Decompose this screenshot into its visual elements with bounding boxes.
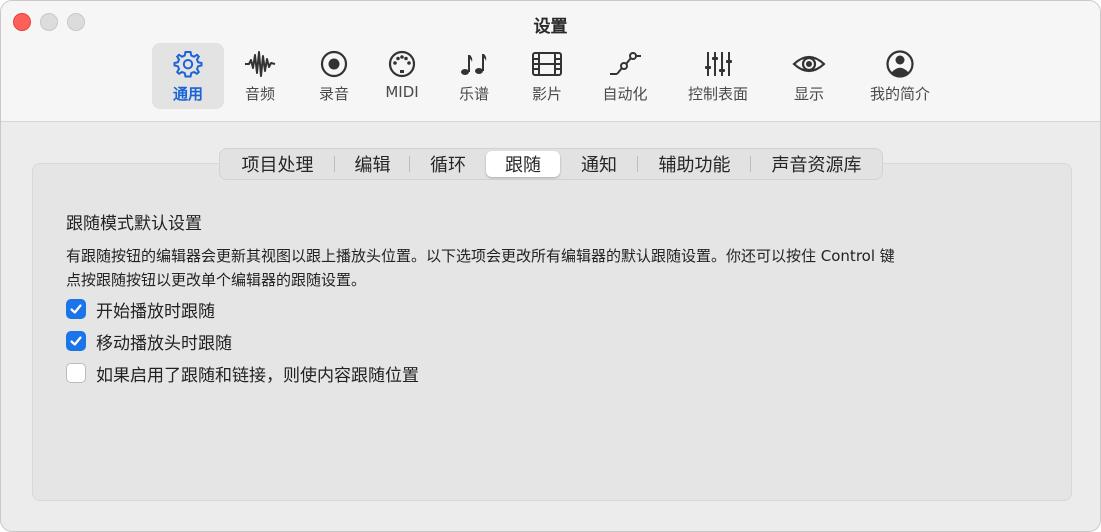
toolbar-item-general[interactable]: 通用 [152, 43, 224, 109]
tab-accessibility[interactable]: 辅助功能 [638, 151, 751, 177]
toolbar-item-midi[interactable]: MIDI [375, 43, 429, 109]
sliders-icon [701, 49, 735, 79]
checkbox-checked[interactable] [66, 331, 86, 351]
toolbar-item-label: 显示 [793, 85, 824, 103]
tab-label: 通知 [581, 155, 617, 176]
toolbar-item-label: 音频 [244, 85, 275, 103]
toolbar-item-label: 通用 [172, 85, 203, 103]
toolbar-item-control-surfaces[interactable]: 控制表面 [678, 43, 758, 109]
toolbar-item-movie[interactable]: 影片 [520, 43, 574, 109]
record-icon [317, 49, 351, 79]
description-line: 点按跟随按钮以更改单个编辑器的跟随设置。 [66, 271, 367, 289]
checkbox-label: 移动播放头时跟随 [96, 333, 232, 354]
film-icon [530, 49, 564, 79]
toolbar-item-recording[interactable]: 录音 [307, 43, 361, 109]
toolbar-item-audio[interactable]: 音频 [233, 43, 287, 109]
titlebar: 设置 通用 音频 录音 MIDI 乐谱 影片 自动化 控制表面 显示 我的简介 [1, 1, 1100, 122]
tab-label: 声音资源库 [771, 155, 862, 176]
section-description: 有跟随按钮的编辑器会更新其视图以跟上播放头位置。以下选项会更改所有编辑器的默认跟… [66, 244, 1006, 292]
tab-catch[interactable]: 跟随 [486, 151, 560, 177]
section-title: 跟随模式默认设置 [66, 214, 202, 234]
checkbox-label: 开始播放时跟随 [96, 301, 215, 322]
person-circle-icon [883, 49, 917, 79]
tab-bar: 项目处理 编辑 循环 跟随 通知 辅助功能 声音资源库 [219, 148, 883, 180]
toolbar-item-my-info[interactable]: 我的简介 [860, 43, 940, 109]
eye-icon [792, 49, 826, 79]
checkbox-catch-on-play[interactable]: 开始播放时跟随 [66, 298, 215, 322]
checkmark-icon [70, 336, 82, 346]
toolbar-item-display[interactable]: 显示 [780, 43, 838, 109]
toolbar-item-label: 控制表面 [687, 85, 748, 103]
tab-sound-library[interactable]: 声音资源库 [751, 151, 882, 177]
toolbar-item-label: MIDI [385, 83, 419, 101]
toolbar-item-score[interactable]: 乐谱 [447, 43, 501, 109]
checkbox-content-catch-link[interactable]: 如果启用了跟随和链接，则使内容跟随位置 [66, 362, 419, 386]
waveform-icon [243, 49, 277, 79]
toolbar-item-label: 自动化 [602, 85, 648, 103]
tab-editing[interactable]: 编辑 [335, 151, 410, 177]
music-notes-icon [457, 49, 491, 79]
window-title: 设置 [533, 17, 568, 37]
gear-icon [171, 49, 205, 79]
tab-project-handling[interactable]: 项目处理 [220, 151, 335, 177]
checkbox-catch-on-move-playhead[interactable]: 移动播放头时跟随 [66, 330, 232, 354]
tab-label: 编辑 [354, 155, 391, 176]
description-line: 有跟随按钮的编辑器会更新其视图以跟上播放头位置。以下选项会更改所有编辑器的默认跟… [66, 247, 895, 265]
tab-label: 跟随 [505, 155, 541, 176]
checkbox-checked[interactable] [66, 299, 86, 319]
tab-label: 循环 [430, 155, 466, 176]
tab-notifications[interactable]: 通知 [560, 151, 638, 177]
checkbox-unchecked[interactable] [66, 363, 86, 383]
settings-toolbar: 通用 音频 录音 MIDI 乐谱 影片 自动化 控制表面 显示 我的简介 [1, 43, 1100, 109]
midi-port-icon [385, 49, 419, 79]
toolbar-item-automation[interactable]: 自动化 [594, 43, 656, 109]
toolbar-item-label: 影片 [531, 85, 562, 103]
toolbar-item-label: 乐谱 [458, 85, 489, 103]
tab-cycle[interactable]: 循环 [410, 151, 486, 177]
checkmark-icon [70, 304, 82, 314]
toolbar-item-label: 我的简介 [869, 85, 930, 103]
toolbar-item-label: 录音 [318, 85, 349, 103]
settings-window: 设置 通用 音频 录音 MIDI 乐谱 影片 自动化 控制表面 显示 我的简介 … [0, 0, 1101, 532]
checkbox-label: 如果启用了跟随和链接，则使内容跟随位置 [96, 365, 419, 386]
automation-icon [608, 49, 642, 79]
tab-label: 辅助功能 [658, 155, 731, 176]
tab-label: 项目处理 [241, 155, 314, 176]
